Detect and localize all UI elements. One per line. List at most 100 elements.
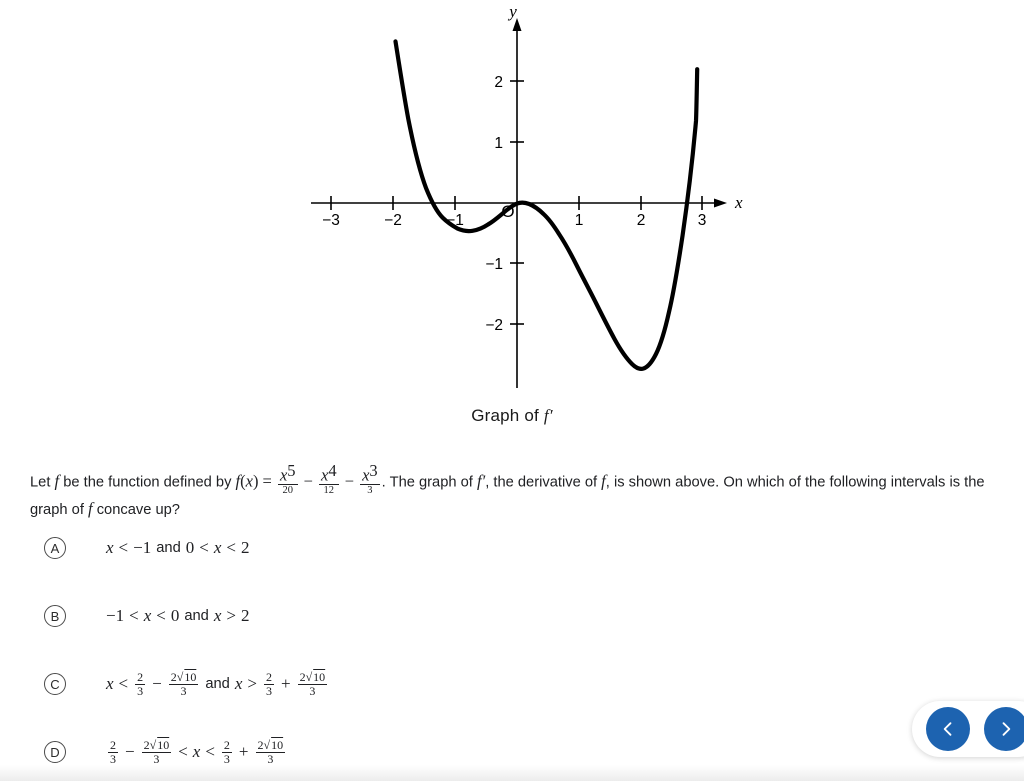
choice-c-frac1-den: 3 [135,683,146,698]
choice-c-rel2: > [247,674,257,693]
choice-c-rad2-den: 3 [297,683,328,698]
choice-d-frac2-den: 3 [221,751,232,766]
choice-c-x1: x [106,674,114,693]
choice-d-frac-two-thirds-1: 2 3 [108,739,118,765]
choice-a-conj: and [156,540,181,556]
choice-bubble-d[interactable]: D [44,741,66,763]
y-axis-label: y [507,2,517,21]
choice-option-a[interactable]: A x < −1 and 0 < x < 2 [0,525,1024,571]
next-question-button[interactable] [984,707,1024,751]
stem-term-3-numerator: x3 [360,462,380,484]
figure-caption-prefix: Graph of [471,406,539,425]
stem-text-6: concave up? [96,501,180,518]
stem-text-1: Let [30,474,51,491]
stem-term-2: x4 12 [319,462,339,496]
choice-d-frac-two-thirds-2: 2 3 [221,737,232,766]
choice-c-frac2-den: 3 [263,683,274,698]
x-tick-label: 3 [698,212,707,229]
choice-bubble-c[interactable]: C [44,673,66,695]
stem-comma-1: , [485,474,490,491]
stem-term-1-numerator: x5 [278,462,298,484]
choice-d-frac2-num: 2 [223,737,230,752]
choice-c-frac-two-thirds-1: 2 3 [135,671,146,698]
figure-caption-prime: ′ [548,406,553,425]
choice-a-x1: x [106,538,114,557]
choice-d-rad1-radicand: 10 [157,737,170,752]
choice-a-num3: 2 [240,538,250,557]
choice-c-frac-radical-2: 2√10 3 [297,669,328,698]
choice-a-rel3: < [226,538,236,557]
navigation-dock [912,701,1024,757]
stem-f-1: f [54,471,60,491]
choice-option-c[interactable]: C x < 2 3 − 2√10 3 and x > 2 3 + 2√10 3 [0,661,1024,707]
choice-d-rad1-num: 2√10 [143,737,170,752]
figure-area: −3 −2 −1 1 2 3 2 1 −1 −2 O x y Graph of … [0,0,1024,446]
question-stem: Let f be the function defined by f(x) = … [30,462,1015,523]
stem-text-2: be the function defined by [63,474,232,491]
stem-comma-2: , [605,474,610,491]
choice-text-d: 2 3 − 2√10 3 < x < 2 3 + 2√10 3 [106,739,287,765]
choice-d-rel1: < [178,742,188,761]
choice-a-rel2: < [199,538,209,557]
previous-question-button[interactable] [926,707,970,751]
stem-text-4: the derivative of [493,474,598,491]
stem-minus-2: − [344,471,354,491]
choice-text-b: −1 < x < 0 and x > 2 [106,606,249,626]
choice-d-rad2-coef: 2 [257,737,264,752]
choice-d-frac-radical-2: 2√10 3 [255,737,286,765]
choice-b-num2: 0 [170,606,180,625]
choice-b-rel3: > [226,606,236,625]
stem-minus-1: − [303,471,313,491]
choice-b-rel2: < [156,606,166,625]
y-tick-label: 2 [494,74,503,91]
stem-text-3: The graph of [389,474,473,491]
choice-c-frac2-num: 2 [265,669,272,684]
stem-x-var: x [245,471,253,491]
x-tick-label: 2 [637,212,646,229]
choice-a-num1: −1 [133,538,152,557]
choice-d-x: x [192,742,201,761]
stem-equals: = [262,471,272,491]
choice-c-op2: + [280,674,291,693]
choice-b-x2: x [213,606,222,625]
x-axis-label: x [734,193,743,212]
choice-d-rad2-radicand: 10 [271,737,284,752]
choice-c-rad2-coef: 2 [299,669,306,684]
stem-term-3-exponent: 3 [369,461,378,480]
stem-term-1-denominator: 20 [277,483,298,496]
stem-term-2-numerator: x4 [319,462,339,484]
choice-c-x2: x [234,674,243,693]
stem-paren-close: ) [252,471,259,491]
y-tick-label: −1 [485,256,503,273]
x-tick-label: −2 [384,212,402,229]
choice-a-x2: x [213,538,222,557]
stem-f-3: f [88,498,93,518]
choice-d-rad2-num: 2√10 [257,737,284,752]
choice-bubble-b[interactable]: B [44,605,66,627]
choice-d-frac1-den: 3 [108,751,118,766]
choice-d-rel2: < [205,742,215,761]
x-tick-label: 1 [575,212,584,229]
choice-c-rad1-den: 3 [168,683,199,698]
choice-c-rad2-radicand: 10 [313,669,326,684]
choice-bubble-a[interactable]: A [44,537,66,559]
choice-c-op1: − [152,674,162,693]
y-tick-label: −2 [485,317,503,334]
choice-d-op2: + [238,742,249,761]
choice-b-num3: 2 [240,606,250,625]
choice-d-rad1-coef: 2 [143,737,150,752]
choice-a-rel1: < [118,538,129,557]
bottom-edge-strip [0,765,1024,781]
stem-term-2-denominator: 12 [319,483,339,496]
answer-choices: A x < −1 and 0 < x < 2 B −1 < x < 0 and … [0,525,1024,781]
stem-f-prime: f′ [476,471,486,491]
stem-period: . [381,474,386,491]
choice-b-rel1: < [129,606,139,625]
choice-c-conj: and [205,676,230,692]
choice-c-rad1-coef: 2 [170,669,177,684]
stem-term-2-exponent: 4 [328,461,337,480]
y-tick-label: 1 [494,135,503,152]
choice-b-num1: −1 [106,606,125,625]
choice-option-b[interactable]: B −1 < x < 0 and x > 2 [0,593,1024,639]
choice-text-c: x < 2 3 − 2√10 3 and x > 2 3 + 2√10 3 [106,671,329,697]
